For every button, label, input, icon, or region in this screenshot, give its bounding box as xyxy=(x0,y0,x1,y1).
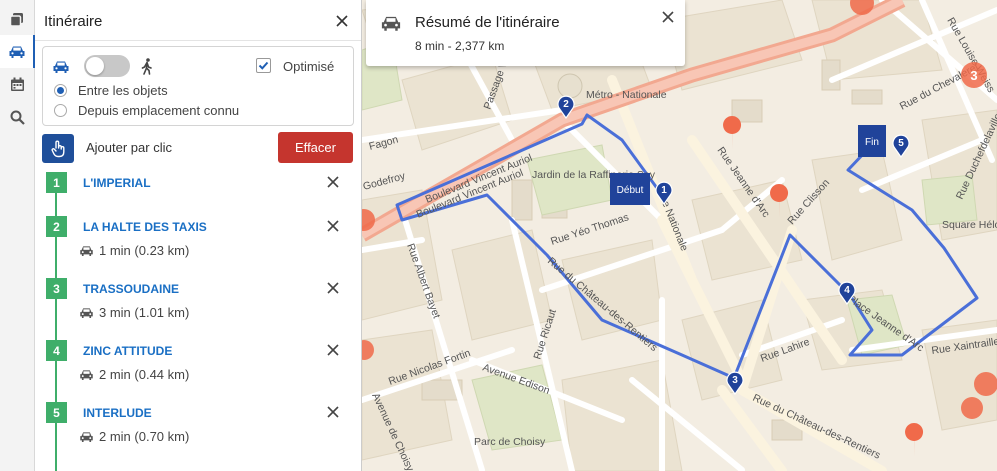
itinerary-panel: Itinéraire Optimisé Entre les objets Dep… xyxy=(35,0,362,471)
car-icon xyxy=(80,245,93,256)
route-options: Optimisé Entre les objets Depuis emplace… xyxy=(42,46,354,126)
radio-between-objects-label: Entre les objets xyxy=(78,83,168,98)
metro-station-nationale[interactable] xyxy=(557,73,583,99)
car-icon xyxy=(80,431,93,442)
stop-leg-text: 3 min (1.01 km) xyxy=(99,305,190,320)
route-stop-marker-label: 5 xyxy=(898,138,904,149)
stop-name[interactable]: LA HALTE DES TAXIS xyxy=(83,220,207,234)
optimized-checkbox[interactable] xyxy=(256,58,271,73)
cluster-count: 3 xyxy=(970,68,977,83)
stop-number: 2 xyxy=(46,216,67,237)
route-stop-marker-label: 2 xyxy=(563,99,569,110)
stop-leg-text: 2 min (0.70 km) xyxy=(99,429,190,444)
title-divider xyxy=(35,40,361,41)
layers-icon xyxy=(9,12,23,27)
stop-item: 1 L'IMPERIAL xyxy=(35,172,361,222)
travel-mode-toggle[interactable] xyxy=(84,55,130,77)
stop-leg: 2 min (0.44 km) xyxy=(79,367,189,382)
panel-title: Itinéraire xyxy=(44,13,103,30)
summary-subtitle: 8 min - 2,377 km xyxy=(415,39,505,53)
car-icon xyxy=(80,369,93,380)
stop-item: 3 TRASSOUDAINE 3 min (1.01 km) xyxy=(35,278,361,328)
tool-rail xyxy=(0,0,36,471)
touch-icon xyxy=(51,140,65,157)
search-icon xyxy=(10,110,25,125)
add-by-click-label: Ajouter par clic xyxy=(86,140,172,155)
map-view[interactable]: Boulevard Vincent Auriol Boulevard Vince… xyxy=(362,0,997,471)
stop-name[interactable]: TRASSOUDAINE xyxy=(83,282,179,296)
route-stop-marker-label: 4 xyxy=(844,285,850,296)
route-summary-card: Résumé de l'itinéraire 8 min - 2,377 km xyxy=(366,0,685,66)
map-canvas[interactable]: Boulevard Vincent Auriol Boulevard Vince… xyxy=(362,0,997,471)
search-button[interactable] xyxy=(0,101,34,134)
toggle-knob xyxy=(86,57,104,75)
stop-number: 4 xyxy=(46,340,67,361)
cluster-marker[interactable] xyxy=(974,372,997,396)
remove-stop-icon[interactable] xyxy=(325,280,341,296)
stop-number: 3 xyxy=(46,278,67,299)
radio-between-objects[interactable] xyxy=(54,84,67,97)
stop-name[interactable]: L'IMPERIAL xyxy=(83,176,151,190)
layers-button[interactable] xyxy=(0,3,34,36)
stop-name[interactable]: ZINC ATTITUDE xyxy=(83,344,172,358)
street-label: Parc de Choisy xyxy=(474,436,546,448)
remove-stop-icon[interactable] xyxy=(325,404,341,420)
street-label: Godefroy xyxy=(362,170,407,193)
calendar-button[interactable] xyxy=(0,68,34,101)
route-button[interactable] xyxy=(0,35,36,68)
poi-marker[interactable] xyxy=(905,423,924,457)
car-icon xyxy=(381,16,401,31)
calendar-icon xyxy=(10,77,24,91)
stop-leg: 2 min (0.70 km) xyxy=(79,429,189,444)
car-icon xyxy=(9,46,24,58)
stop-number: 1 xyxy=(46,172,67,193)
start-label-text: Début xyxy=(617,185,644,196)
radio-known-location[interactable] xyxy=(54,104,67,117)
stop-leg-text: 2 min (0.44 km) xyxy=(99,367,190,382)
remove-stop-icon[interactable] xyxy=(325,218,341,234)
stop-leg: 1 min (0.23 km) xyxy=(79,243,189,258)
stop-number: 5 xyxy=(46,402,67,423)
walk-icon xyxy=(141,58,152,75)
street-label: Square Héloïse et Abélard xyxy=(942,219,997,231)
stop-item: 2 LA HALTE DES TAXIS 1 min (0.23 km) xyxy=(35,216,361,266)
checkmark-icon xyxy=(258,61,269,70)
close-icon[interactable] xyxy=(333,12,351,30)
close-icon[interactable] xyxy=(660,9,676,25)
radio-known-location-label: Depuis emplacement connu xyxy=(78,103,240,118)
car-icon xyxy=(80,307,93,318)
street-label: Métro - Nationale xyxy=(586,89,667,101)
remove-stop-icon[interactable] xyxy=(325,174,341,190)
stop-name[interactable]: INTERLUDE xyxy=(83,406,152,420)
cluster-marker[interactable] xyxy=(961,397,983,419)
optimized-label: Optimisé xyxy=(283,59,335,74)
route-stop-marker-label: 3 xyxy=(732,375,738,386)
end-label-text: Fin xyxy=(865,137,879,148)
route-stop-marker-label: 1 xyxy=(661,185,667,196)
car-icon xyxy=(53,61,69,73)
summary-title: Résumé de l'itinéraire xyxy=(415,14,560,31)
add-by-click-button[interactable] xyxy=(42,134,74,163)
stop-leg-text: 1 min (0.23 km) xyxy=(99,243,190,258)
stop-leg: 3 min (1.01 km) xyxy=(79,305,189,320)
stop-item: 5 INTERLUDE 2 min (0.70 km) xyxy=(35,402,361,452)
remove-stop-icon[interactable] xyxy=(325,342,341,358)
poi-marker[interactable] xyxy=(723,116,742,150)
clear-button[interactable]: Effacer xyxy=(278,132,353,163)
stop-item: 4 ZINC ATTITUDE 2 min (0.44 km) xyxy=(35,340,361,390)
